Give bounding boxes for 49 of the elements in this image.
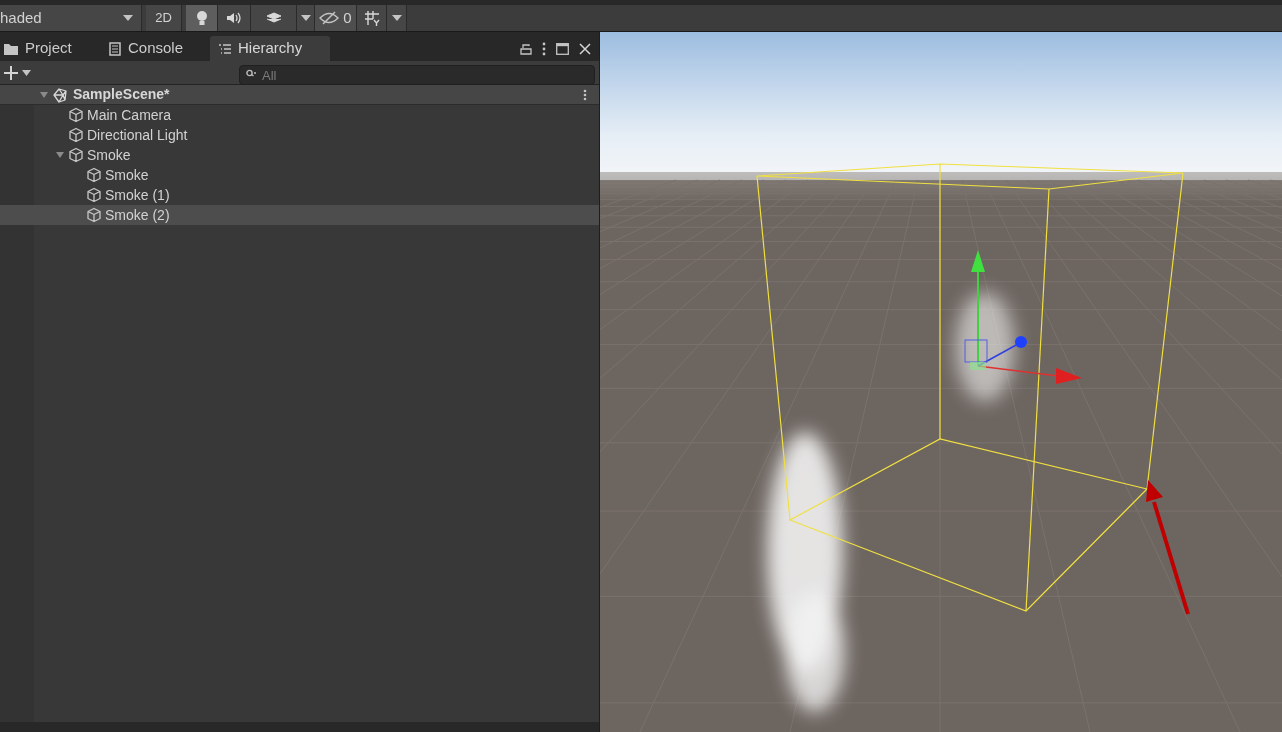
hierarchy-item[interactable]: Smoke: [0, 145, 599, 165]
search-field[interactable]: All: [239, 65, 595, 85]
effects-toggle-button[interactable]: [251, 5, 297, 31]
caret-icon: [22, 69, 31, 76]
layers-icon: [265, 11, 282, 25]
cube-icon: [68, 147, 84, 163]
scene-header-row[interactable]: SampleScene*: [0, 85, 599, 105]
caret-icon: [123, 15, 133, 21]
hidden-objects-toggle[interactable]: 0: [315, 5, 357, 31]
panel-tab[interactable]: Hierarchy: [210, 36, 330, 61]
hierarchy-item[interactable]: Directional Light: [0, 125, 599, 145]
cube-icon: [86, 167, 102, 183]
close-icon[interactable]: [579, 42, 591, 55]
2d-toggle-button[interactable]: 2D: [146, 5, 182, 31]
more-options-icon[interactable]: [542, 41, 546, 56]
lighting-toggle-button[interactable]: [186, 5, 218, 31]
cube-icon: [68, 127, 84, 143]
cube-icon: [86, 207, 102, 223]
effects-dropdown[interactable]: [297, 5, 315, 31]
draw-mode-dropdown[interactable]: haded: [0, 5, 142, 31]
expanded-arrow-icon[interactable]: [55, 150, 65, 160]
light-bulb-icon: [194, 10, 209, 26]
grid-toggle-button[interactable]: [357, 5, 387, 31]
audio-toggle-button[interactable]: [218, 5, 251, 31]
hierarchy-item[interactable]: Smoke (2): [0, 205, 599, 225]
search-icon: [246, 68, 257, 78]
console-icon: [108, 41, 122, 56]
scene-view-drawing[interactable]: [600, 32, 1282, 732]
hidden-eye-icon: [319, 11, 340, 25]
more-options-icon[interactable]: [583, 88, 587, 101]
speaker-icon: [226, 11, 242, 25]
hierarchy-item[interactable]: Smoke: [0, 165, 599, 185]
lock-icon[interactable]: [520, 42, 532, 55]
panel-tab[interactable]: Console: [105, 36, 210, 61]
add-dropdown-button[interactable]: [4, 65, 31, 80]
caret-icon: [391, 15, 402, 21]
plus-icon: [4, 65, 18, 80]
caret-icon: [300, 15, 311, 21]
hierarchy-item[interactable]: Smoke (1): [0, 185, 599, 205]
cube-icon: [68, 107, 84, 123]
panel-tab[interactable]: Project: [0, 36, 105, 61]
folder-icon: [3, 41, 19, 56]
hierarchy-item[interactable]: Main Camera: [0, 105, 599, 125]
list-icon: [218, 42, 232, 55]
maximize-icon[interactable]: [556, 42, 569, 55]
cube-icon: [86, 187, 102, 203]
grid-icon: [363, 10, 380, 26]
expanded-arrow-icon[interactable]: [39, 89, 49, 100]
grid-dropdown[interactable]: [387, 5, 407, 31]
